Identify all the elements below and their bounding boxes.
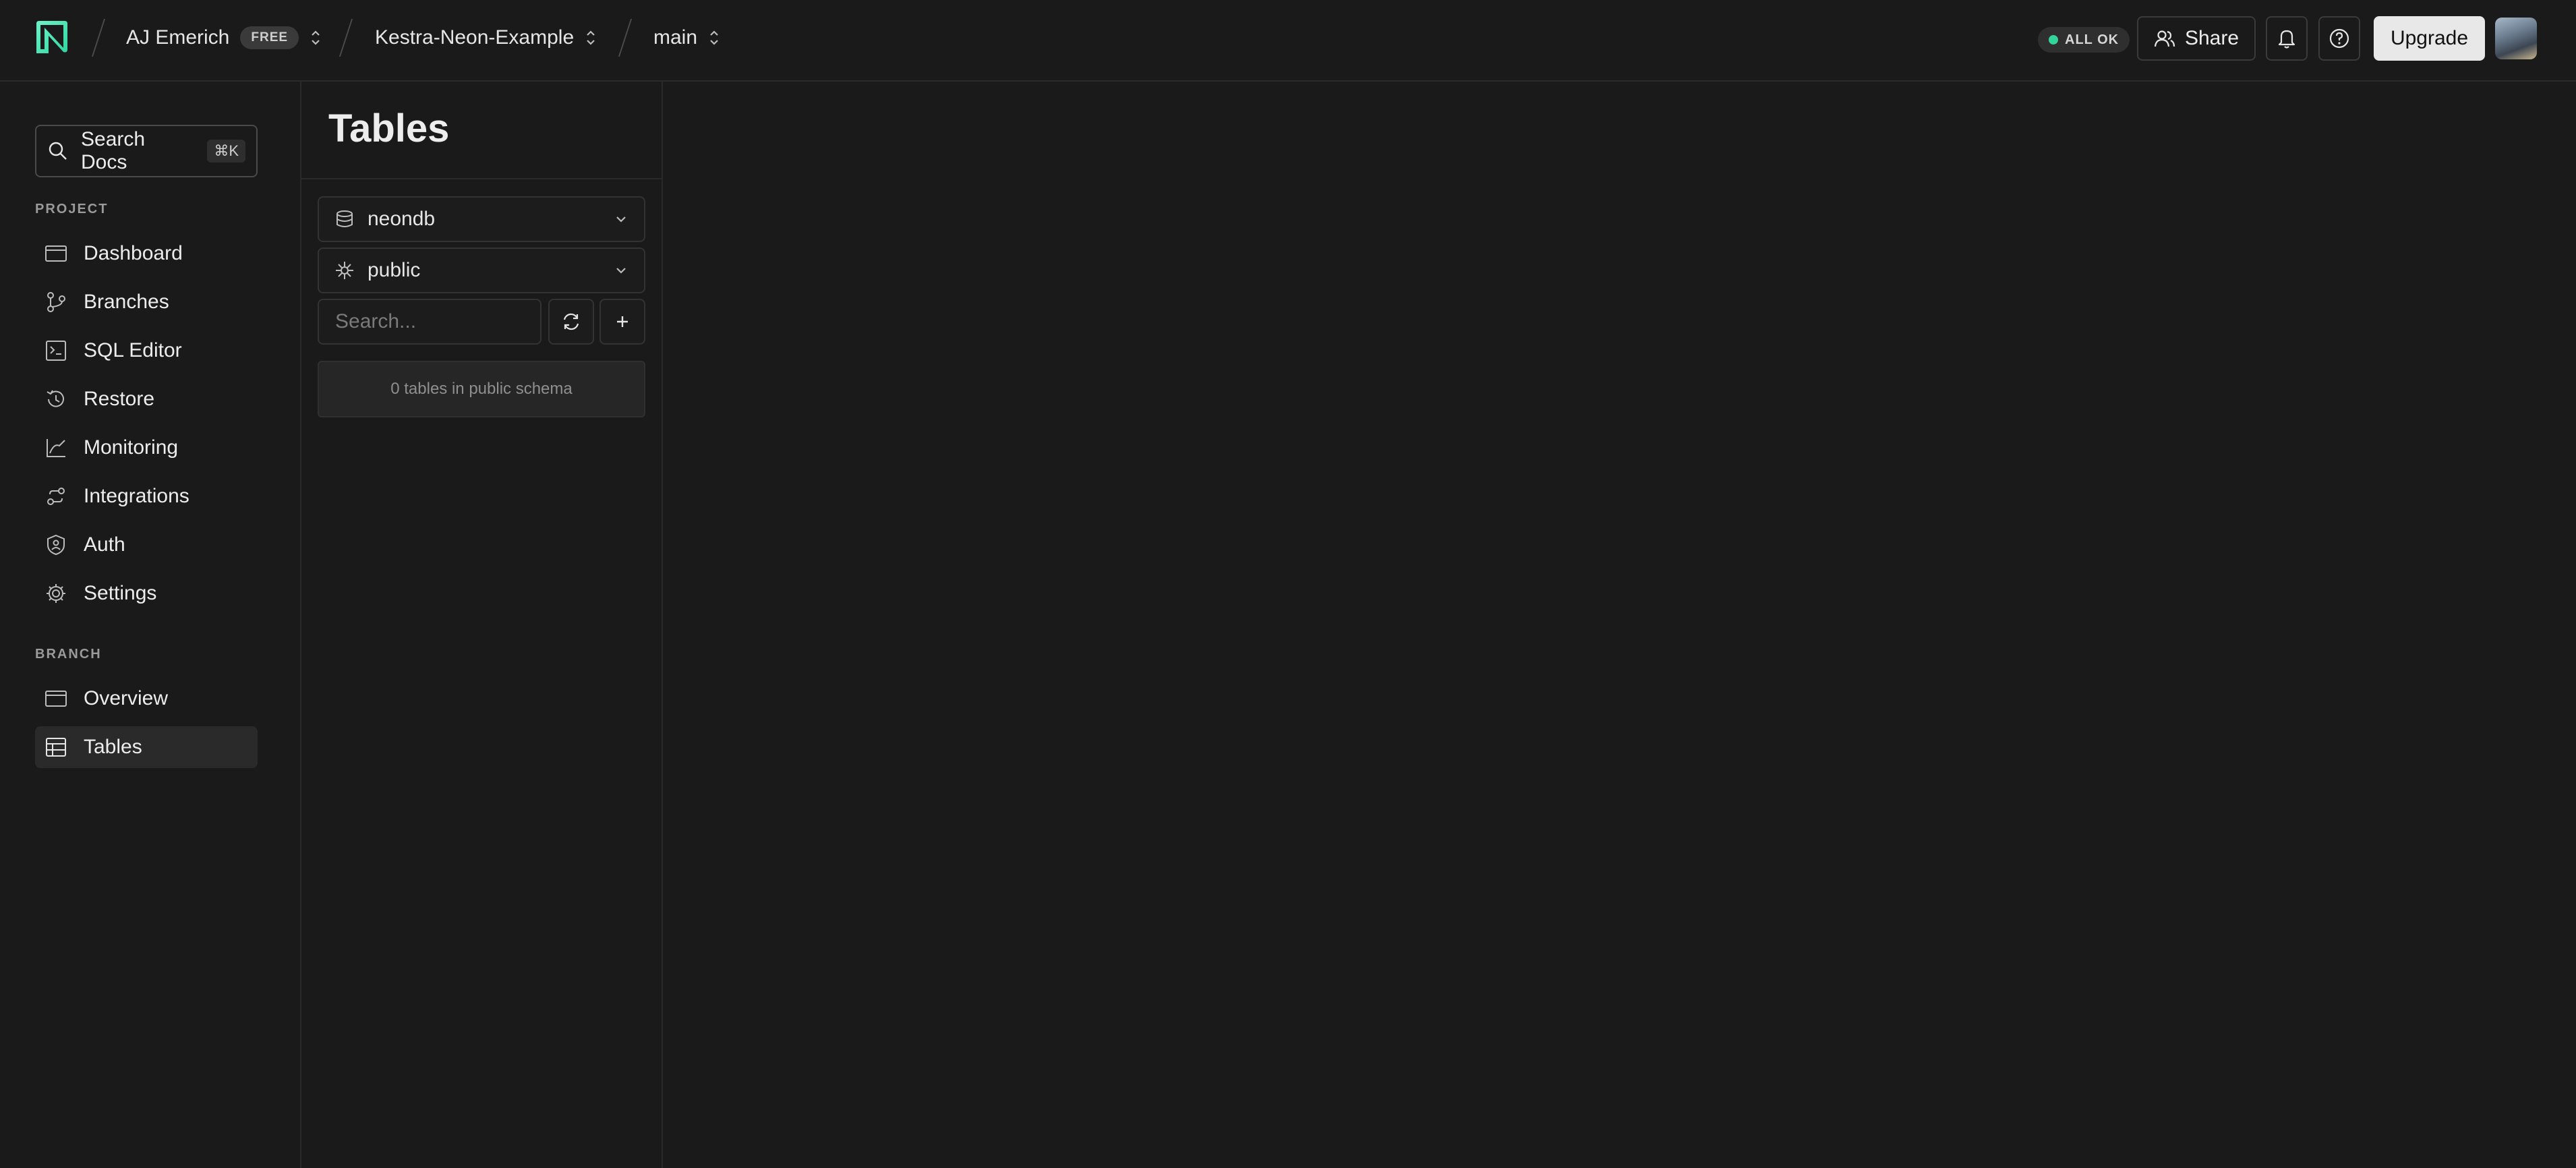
system-status-badge[interactable]: ALL OK xyxy=(2038,27,2130,53)
sidebar-item-label: Settings xyxy=(84,582,157,604)
branches-icon xyxy=(45,291,67,314)
dashboard-icon xyxy=(45,243,67,264)
org-name: AJ Emerich xyxy=(126,26,230,49)
notifications-button[interactable] xyxy=(2266,16,2308,61)
status-text: ALL OK xyxy=(2065,32,2119,47)
restore-icon xyxy=(45,388,67,411)
keyboard-shortcut: ⌘K xyxy=(207,140,245,163)
breadcrumb-separator xyxy=(339,19,353,57)
project-name: Kestra-Neon-Example xyxy=(375,26,575,49)
sidebar-item-label: Monitoring xyxy=(84,436,179,459)
breadcrumb-separator xyxy=(618,19,633,57)
plus-icon xyxy=(612,312,633,332)
sidebar-item-overview[interactable]: Overview xyxy=(35,678,258,720)
page-title: Tables xyxy=(328,107,450,150)
empty-tables-message: 0 tables in public schema xyxy=(318,361,645,417)
integrations-icon xyxy=(45,485,67,508)
plan-badge: FREE xyxy=(240,26,299,49)
refresh-icon xyxy=(560,311,582,332)
database-icon xyxy=(334,208,355,230)
sidebar-item-label: Overview xyxy=(84,687,169,709)
empty-tables-text: 0 tables in public schema xyxy=(390,380,573,398)
project-section-label: PROJECT xyxy=(35,202,109,216)
auth-icon xyxy=(45,533,67,556)
table-search-field xyxy=(318,299,614,345)
project-switcher[interactable]: Kestra-Neon-Example xyxy=(375,20,597,55)
refresh-button[interactable] xyxy=(548,299,594,345)
schema-icon xyxy=(334,260,355,281)
bell-icon xyxy=(2277,28,2297,49)
chevron-down-icon xyxy=(613,211,629,227)
upgrade-button[interactable]: Upgrade xyxy=(2374,16,2485,61)
share-button[interactable]: Share xyxy=(2137,16,2256,61)
chevron-up-down-icon xyxy=(585,28,597,48)
neon-logo-icon[interactable] xyxy=(34,18,70,59)
gear-icon xyxy=(45,582,67,605)
chevron-up-down-icon xyxy=(310,28,322,48)
upgrade-label: Upgrade xyxy=(2390,27,2469,49)
add-table-button[interactable] xyxy=(599,299,645,345)
tables-icon xyxy=(45,736,67,759)
schema-name: public xyxy=(368,259,421,281)
sidebar-item-settings[interactable]: Settings xyxy=(35,573,258,614)
search-docs-label: Search Docs xyxy=(81,128,146,173)
sidebar-item-label: SQL Editor xyxy=(84,339,182,361)
users-icon xyxy=(2154,28,2175,49)
org-switcher[interactable]: AJ Emerich FREE xyxy=(126,20,322,55)
sidebar-item-label: Integrations xyxy=(84,485,189,507)
main-content-area xyxy=(663,82,2576,1168)
status-dot-icon xyxy=(2049,35,2058,45)
branch-switcher[interactable]: main xyxy=(653,20,720,55)
chevron-up-down-icon xyxy=(708,28,720,48)
branch-section-label: BRANCH xyxy=(35,647,102,662)
sidebar-item-branches[interactable]: Branches xyxy=(35,281,258,323)
sql-editor-icon xyxy=(45,339,67,362)
sidebar-item-sql-editor[interactable]: SQL Editor xyxy=(35,330,258,372)
sidebar-item-dashboard[interactable]: Dashboard xyxy=(35,233,258,274)
branch-name: main xyxy=(653,26,698,49)
schema-select[interactable]: public xyxy=(318,247,645,293)
sidebar-item-tables[interactable]: Tables xyxy=(35,726,258,768)
sidebar-item-label: Tables xyxy=(84,736,142,758)
sidebar-item-label: Dashboard xyxy=(84,242,183,264)
share-label: Share xyxy=(2184,27,2240,49)
monitoring-icon xyxy=(45,436,67,459)
user-avatar[interactable] xyxy=(2495,18,2537,59)
sidebar-item-monitoring[interactable]: Monitoring xyxy=(35,427,258,469)
breadcrumb-separator xyxy=(91,19,106,57)
search-icon xyxy=(47,140,69,162)
help-circle-icon xyxy=(2329,28,2350,49)
chevron-down-icon xyxy=(613,262,629,279)
tables-panel-header: Tables xyxy=(301,82,662,179)
top-bar: AJ Emerich FREE Kestra-Neon-Example main… xyxy=(0,0,2576,82)
search-docs-button[interactable]: Search Docs ⌘K xyxy=(35,125,258,177)
sidebar-item-integrations[interactable]: Integrations xyxy=(35,475,258,517)
sidebar-item-restore[interactable]: Restore xyxy=(35,378,258,420)
database-name: neondb xyxy=(368,208,436,230)
sidebar-item-label: Restore xyxy=(84,388,155,410)
sidebar-item-label: Auth xyxy=(84,533,125,556)
help-button[interactable] xyxy=(2318,16,2360,61)
sidebar: Search Docs ⌘K PROJECT Dashboard Branche… xyxy=(0,82,301,1168)
sidebar-item-auth[interactable]: Auth xyxy=(35,524,258,566)
overview-icon xyxy=(45,689,67,709)
tables-panel: Tables neondb public 0 tables in public … xyxy=(301,82,663,1168)
database-select[interactable]: neondb xyxy=(318,196,645,242)
sidebar-item-label: Branches xyxy=(84,291,169,313)
